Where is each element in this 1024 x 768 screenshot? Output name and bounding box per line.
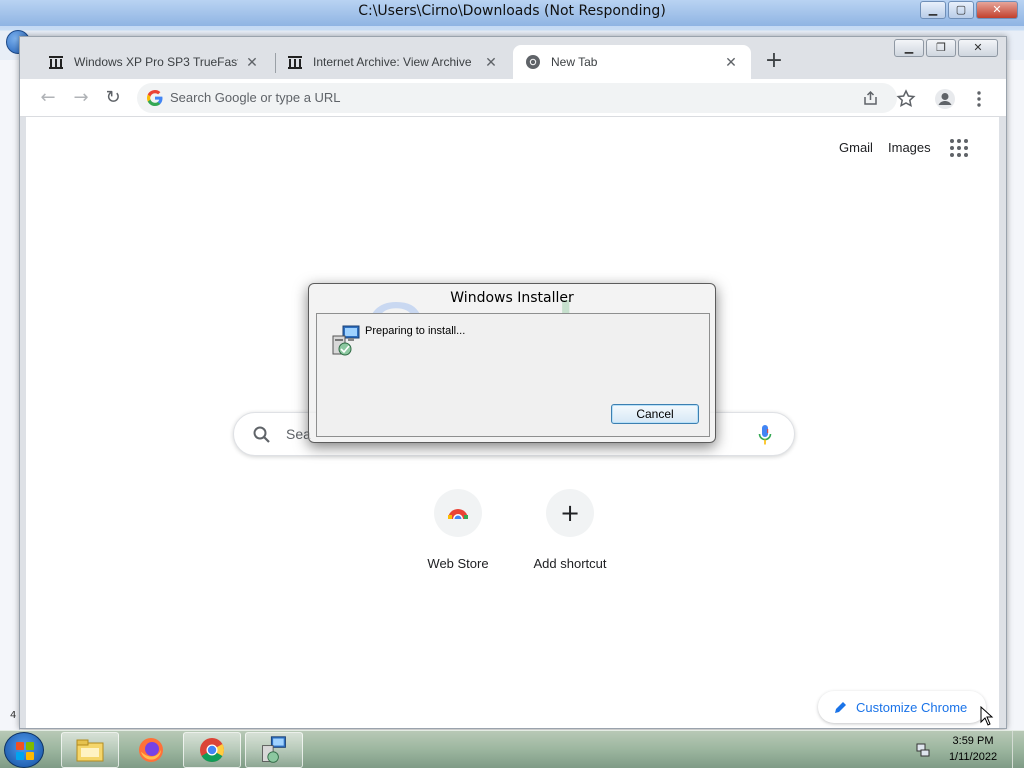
microphone-icon[interactable] [758, 424, 772, 446]
firefox-icon [139, 738, 163, 762]
show-desktop-button[interactable] [1012, 731, 1024, 768]
start-button[interactable] [4, 732, 44, 768]
background-window-title: C:\Users\Cirno\Downloads (Not Responding… [358, 3, 666, 19]
explorer-icon [76, 739, 104, 762]
dialog-body: Preparing to install... Cancel [316, 313, 710, 437]
windows-installer-dialog: Windows Installer Preparing to install..… [308, 283, 716, 443]
taskbar: 3:59 PM 1/11/2022 [0, 730, 1024, 768]
gmail-link[interactable]: Gmail [839, 140, 873, 155]
omnibox[interactable]: Search Google or type a URL [137, 83, 897, 113]
back-button[interactable]: ← [36, 86, 60, 110]
scrollbar[interactable] [1005, 60, 1024, 730]
archive-icon [49, 56, 63, 69]
windows-logo-icon [16, 742, 34, 760]
omnibox-placeholder: Search Google or type a URL [170, 90, 341, 105]
close-tab-icon[interactable]: ✕ [483, 54, 499, 70]
background-window-titlebar[interactable]: C:\Users\Cirno\Downloads (Not Responding… [0, 0, 1024, 26]
shortcut-label: Add shortcut [533, 556, 607, 571]
close-button[interactable]: ✕ [976, 1, 1018, 19]
bookmark-star-icon[interactable] [895, 88, 917, 110]
tab-title: Windows XP Pro SP3 TrueFaster E [74, 55, 238, 69]
archive-icon [288, 56, 302, 69]
background-window-controls: ▁ ▢ ✕ [920, 1, 1018, 19]
plus-icon: + [546, 489, 594, 537]
system-clock[interactable]: 3:59 PM 1/11/2022 [940, 733, 1006, 765]
tab-strip: Windows XP Pro SP3 TrueFaster E ✕ Intern… [20, 37, 1006, 79]
navigation-pane [0, 60, 20, 730]
menu-kebab-icon[interactable] [968, 88, 990, 110]
forward-button[interactable]: → [69, 86, 93, 110]
taskbar-firefox[interactable] [122, 732, 180, 768]
dialog-message: Preparing to install... [365, 325, 466, 337]
close-tab-icon[interactable]: ✕ [244, 54, 260, 70]
taskbar-chrome[interactable] [183, 732, 241, 768]
pencil-icon [835, 702, 846, 713]
installer-icon [262, 736, 286, 763]
installer-icon [332, 325, 360, 356]
tab-internet-archive[interactable]: Internet Archive: View Archive ✕ [275, 45, 511, 79]
new-tab-button[interactable]: + [762, 50, 786, 74]
customize-chrome-label: Customize Chrome [856, 699, 968, 715]
close-button[interactable]: ✕ [958, 39, 998, 57]
tab-new-tab[interactable]: New Tab ✕ [513, 45, 751, 79]
customize-chrome-button[interactable]: Customize Chrome [818, 691, 986, 723]
reload-button[interactable]: ↻ [101, 86, 125, 110]
images-link[interactable]: Images [888, 140, 931, 155]
taskbar-installer[interactable] [245, 732, 303, 768]
minimize-button[interactable]: ▁ [894, 39, 924, 57]
tab-windows-xp[interactable]: Windows XP Pro SP3 TrueFaster E ✕ [36, 45, 272, 79]
chrome-window-controls: ▁ ❐ ✕ [894, 39, 998, 57]
close-tab-icon[interactable]: ✕ [723, 54, 739, 70]
chrome-icon [200, 738, 224, 762]
clock-time: 3:59 PM [952, 735, 994, 747]
share-icon[interactable] [862, 89, 880, 107]
shortcut-add[interactable]: + Add shortcut [514, 489, 626, 571]
webstore-icon [434, 489, 482, 537]
taskbar-explorer[interactable] [61, 732, 119, 768]
tab-title: Internet Archive: View Archive [313, 55, 472, 69]
cancel-button[interactable]: Cancel [611, 404, 699, 424]
minimize-button[interactable]: ▁ [920, 1, 946, 19]
restore-button[interactable]: ❐ [926, 39, 956, 57]
profile-icon[interactable] [934, 88, 956, 110]
network-icon[interactable] [915, 742, 931, 758]
chrome-icon [526, 55, 540, 69]
shortcut-label: Web Store [427, 556, 489, 571]
tab-title: New Tab [551, 55, 598, 69]
dialog-title: Windows Installer [450, 290, 574, 306]
search-icon [253, 426, 270, 443]
mouse-cursor-icon [980, 706, 994, 726]
toolbar: ← → ↻ Search Google or type a URL [20, 79, 1006, 117]
clock-date: 1/11/2022 [948, 751, 998, 763]
status-item-count: 4 [10, 710, 17, 721]
google-apps-icon[interactable] [950, 139, 968, 157]
google-g-icon [147, 90, 163, 106]
maximize-button[interactable]: ▢ [948, 1, 974, 19]
shortcut-web-store[interactable]: Web Store [402, 489, 514, 571]
